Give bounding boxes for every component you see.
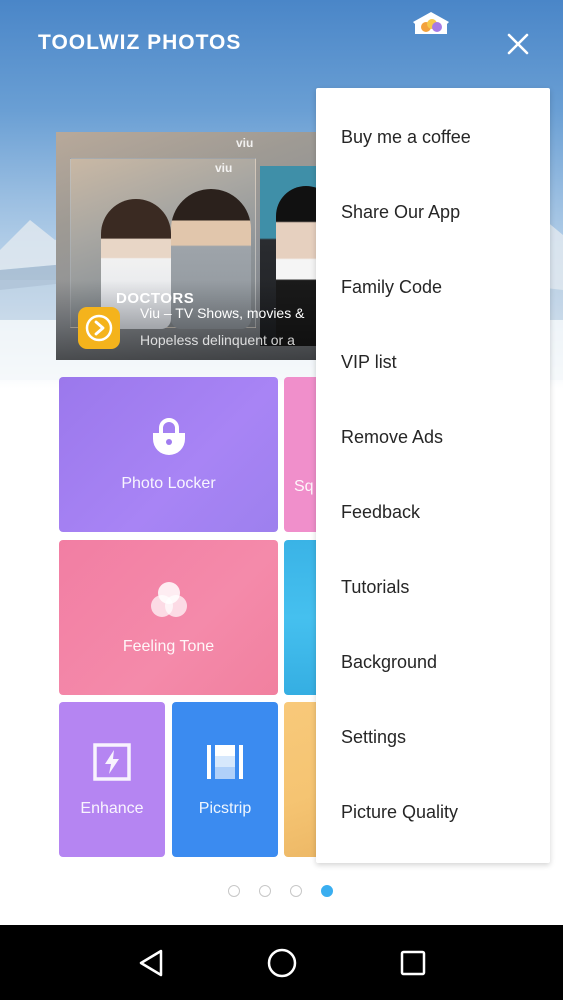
play-chevron-icon xyxy=(85,314,113,342)
tile-label: Photo Locker xyxy=(121,474,216,492)
page-dot[interactable] xyxy=(259,885,271,897)
recents-button[interactable] xyxy=(388,938,438,988)
back-button[interactable] xyxy=(126,938,176,988)
menu-item-feedback[interactable]: Feedback xyxy=(316,475,550,550)
page-indicator xyxy=(228,885,333,897)
menu-item-family-code[interactable]: Family Code xyxy=(316,250,550,325)
recents-icon xyxy=(400,950,425,975)
menu-item-remove-ads[interactable]: Remove Ads xyxy=(316,400,550,475)
ad-app-icon xyxy=(78,307,120,349)
close-icon xyxy=(507,33,529,55)
page-dot[interactable] xyxy=(290,885,302,897)
ad-description: Hopeless delinquent or a xyxy=(140,332,295,348)
tile-enhance[interactable]: Enhance xyxy=(59,702,165,857)
menu-item-tutorials[interactable]: Tutorials xyxy=(316,550,550,625)
cloud-home-icon[interactable] xyxy=(411,10,451,36)
app-title: TOOLWIZ PHOTOS xyxy=(38,31,242,54)
tile-label: Picstrip xyxy=(198,799,252,817)
system-nav-bar xyxy=(0,925,563,1000)
back-icon xyxy=(139,949,162,976)
menu-item-picture-quality[interactable]: Picture Quality xyxy=(316,775,550,850)
menu-item-buy-coffee[interactable]: Buy me a coffee xyxy=(316,100,550,175)
viu-watermark: viu xyxy=(215,161,233,175)
tile-picstrip[interactable]: Picstrip xyxy=(172,702,278,857)
menu-item-share-app[interactable]: Share Our App xyxy=(316,175,550,250)
tile-photo-locker[interactable]: Photo Locker xyxy=(59,377,278,532)
tile-label: Sq xyxy=(294,477,314,495)
color-circles-icon xyxy=(147,580,191,620)
tile-feeling-tone[interactable]: Feeling Tone xyxy=(59,540,278,695)
overflow-menu: Buy me a coffee Share Our App Family Cod… xyxy=(316,88,550,863)
home-icon xyxy=(267,948,296,977)
page-dot[interactable] xyxy=(228,885,240,897)
tile-label: Feeling Tone xyxy=(122,637,215,655)
lightning-icon xyxy=(93,742,131,782)
ad-app-name: Viu – TV Shows, movies & xyxy=(140,305,305,321)
app-screen: TOOLWIZ PHOTOS viu viu DOCTORS Viu – TV … xyxy=(0,0,563,925)
ad-banner[interactable]: viu viu DOCTORS Viu – TV Shows, movies &… xyxy=(56,132,356,360)
film-strip-icon xyxy=(206,742,244,782)
menu-item-settings[interactable]: Settings xyxy=(316,700,550,775)
home-button[interactable] xyxy=(257,938,307,988)
lock-icon xyxy=(151,417,187,457)
menu-item-background[interactable]: Background xyxy=(316,625,550,700)
close-button[interactable] xyxy=(500,26,536,62)
menu-item-vip-list[interactable]: VIP list xyxy=(316,325,550,400)
page-dot-active[interactable] xyxy=(321,885,333,897)
viu-watermark: viu xyxy=(236,136,254,150)
tile-label: Enhance xyxy=(80,799,144,817)
